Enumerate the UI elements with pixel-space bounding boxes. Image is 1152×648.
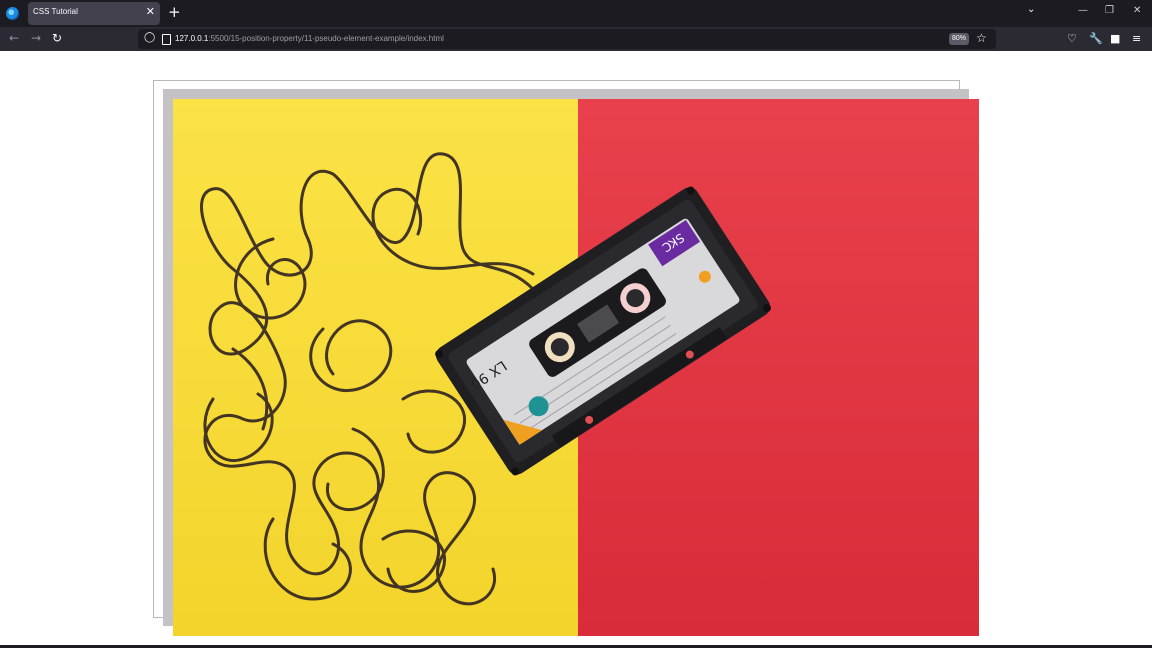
hamburger-menu-icon[interactable]: ≡ [1132, 32, 1141, 45]
wrench-icon[interactable]: 🔧 [1089, 32, 1103, 45]
reload-icon[interactable]: ↻ [52, 31, 62, 45]
url-host: 127.0.0.1 [175, 34, 209, 43]
tab-strip: CSS Tutorial ✕ + ⌄ — ❐ ✕ [0, 0, 1152, 27]
back-arrow-icon[interactable]: ← [9, 31, 19, 45]
bookmark-star-icon[interactable]: ☆ [976, 31, 987, 45]
close-tab-icon[interactable]: ✕ [146, 5, 155, 18]
url-bar[interactable]: ◯ 127.0.0.1:5500/15-position-property/11… [138, 29, 996, 49]
restore-icon[interactable]: ❐ [1105, 5, 1114, 16]
extensions-icon[interactable]: ■ [1110, 32, 1120, 45]
zoom-level-badge[interactable]: 80% [949, 33, 970, 45]
url-path: :5500/15-position-property/11-pseudo-ele… [208, 34, 444, 43]
pocket-icon[interactable]: ♡ [1067, 32, 1077, 45]
minimize-icon[interactable]: — [1078, 5, 1088, 16]
tab-css-tutorial[interactable]: CSS Tutorial ✕ [28, 2, 160, 25]
cassette-tape-image: SKC LX 90 [173, 99, 979, 636]
navigation-bar: ← → ↻ ◯ 127.0.0.1:5500/15-position-prope… [0, 27, 1152, 51]
page-content: SKC LX 90 [0, 51, 1152, 648]
shield-icon[interactable]: ◯ [144, 32, 155, 43]
tab-list-chevron-icon[interactable]: ⌄ [1027, 4, 1035, 15]
firefox-logo-icon [6, 7, 19, 20]
forward-arrow-icon[interactable]: → [31, 31, 41, 45]
new-tab-button[interactable]: + [168, 3, 181, 21]
url-text[interactable]: 127.0.0.1:5500/15-position-property/11-p… [175, 34, 444, 43]
tab-title: CSS Tutorial [33, 7, 78, 16]
page-icon [162, 34, 171, 45]
window-close-icon[interactable]: ✕ [1133, 5, 1141, 16]
